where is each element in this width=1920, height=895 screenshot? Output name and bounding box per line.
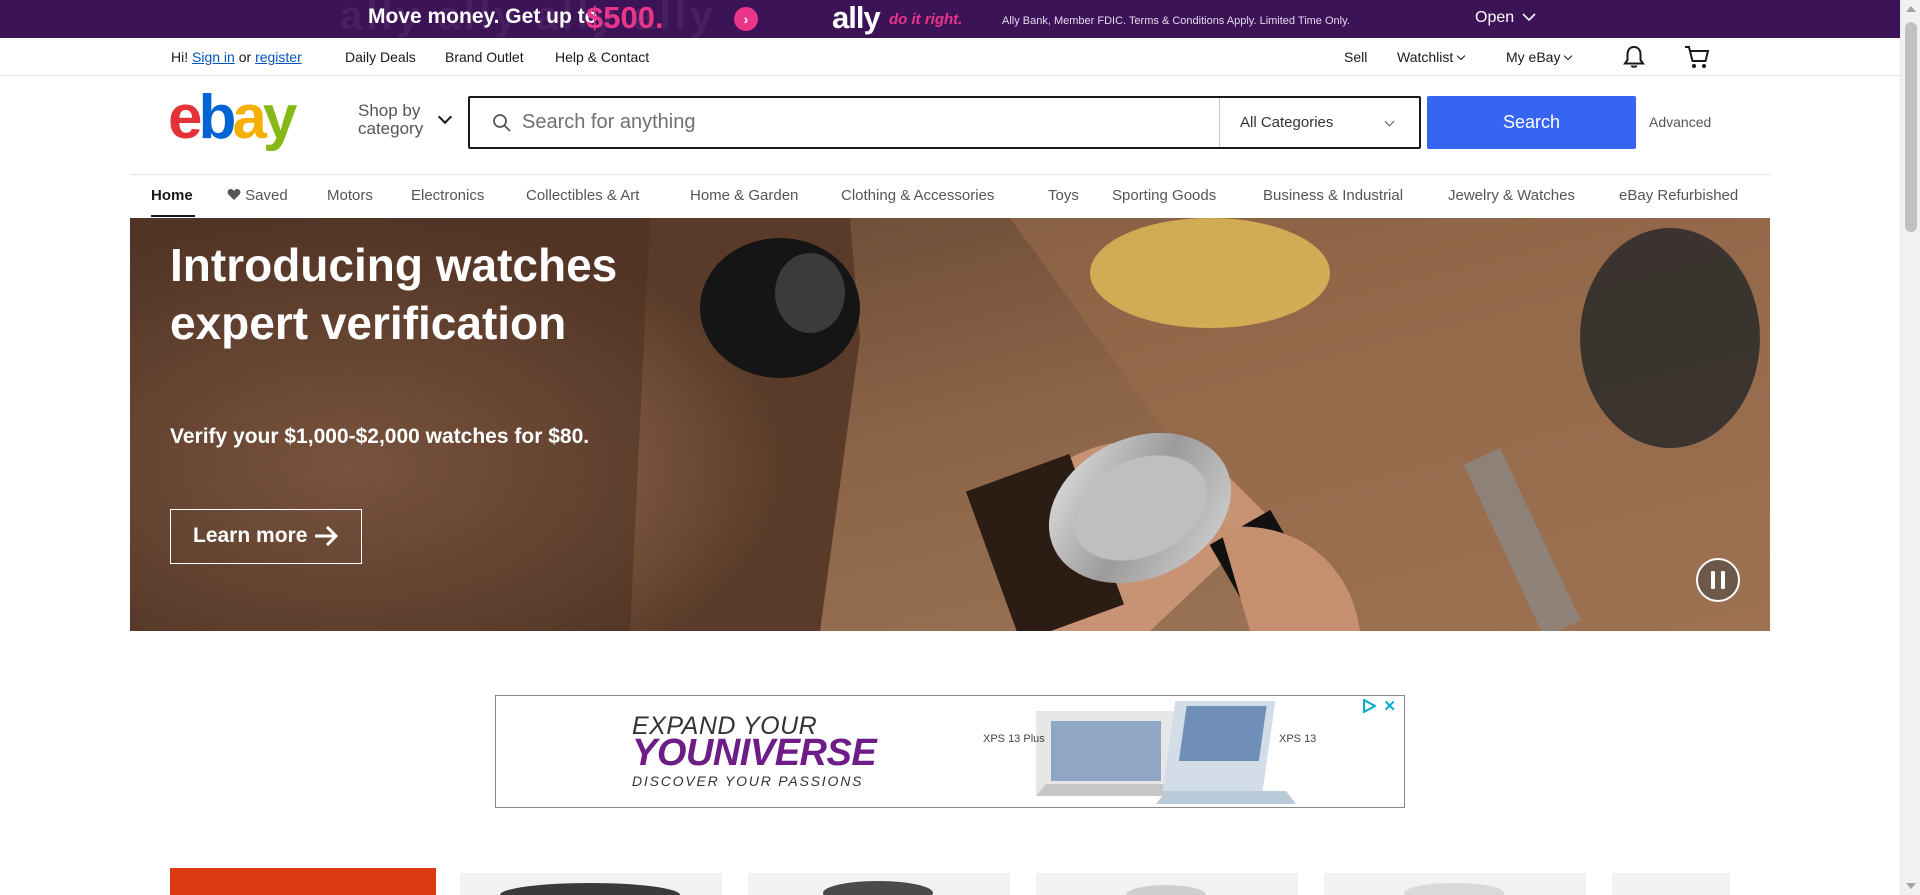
pause-button[interactable] — [1696, 558, 1740, 602]
scroll-down-icon[interactable] — [1906, 883, 1916, 889]
search-box: All Categories — [468, 96, 1421, 149]
shop-by-line1: Shop by — [358, 101, 421, 120]
ad-line-3: DISCOVER YOUR PASSIONS — [632, 773, 864, 789]
active-tab-underline — [151, 215, 195, 217]
chevron-down-icon — [1522, 13, 1536, 22]
watchlist-label: Watchlist — [1397, 49, 1454, 65]
chevron-down-icon — [1457, 51, 1466, 61]
nav-item-electronics[interactable]: Electronics — [411, 187, 484, 204]
ally-amount: $500. — [586, 0, 664, 35]
shop-by-category-button[interactable]: Shop by category — [358, 101, 453, 138]
nav-item-jewelry-watches[interactable]: Jewelry & Watches — [1448, 187, 1575, 204]
hero-title: Introducing watches expert verification — [170, 239, 618, 349]
header: ebay Shop by category All Categories Sea… — [0, 77, 1900, 174]
ally-chevron-right-icon[interactable]: › — [734, 7, 758, 31]
ad-product-right: XPS 13 — [1279, 733, 1317, 745]
hero-banner[interactable]: Introducing watches expert verification … — [130, 218, 1770, 631]
product-tile[interactable] — [460, 873, 722, 895]
category-nav: Home Saved Motors Electronics Collectibl… — [130, 174, 1770, 218]
category-select[interactable]: All Categories — [1219, 98, 1419, 147]
utility-nav: Hi! Sign in or register Daily Deals Bran… — [0, 38, 1900, 76]
learn-more-button[interactable]: Learn more — [170, 509, 362, 564]
product-image — [823, 881, 933, 895]
nav-item-saved-label: Saved — [245, 187, 288, 204]
watchlist-menu[interactable]: Watchlist — [1397, 49, 1466, 65]
product-tile[interactable] — [1612, 873, 1730, 895]
ad-line-2: YOUNIVERSE — [632, 732, 877, 774]
cart-icon[interactable] — [1683, 44, 1711, 70]
product-tile[interactable] — [1324, 873, 1586, 895]
logo-letter-b: b — [198, 83, 236, 152]
arrow-right-icon — [315, 525, 339, 547]
greeting-text: Hi! — [171, 49, 189, 65]
product-image — [500, 883, 680, 895]
bell-icon[interactable] — [1621, 44, 1647, 70]
search-icon — [493, 114, 511, 132]
logo-letter-e: e — [168, 83, 203, 152]
my-ebay-menu[interactable]: My eBay — [1506, 49, 1573, 65]
sign-in-link[interactable]: Sign in — [192, 49, 235, 65]
product-tile[interactable] — [748, 873, 1010, 895]
nav-item-saved[interactable]: Saved — [227, 187, 288, 204]
chevron-down-icon — [437, 109, 453, 125]
ally-open-label: Open — [1475, 9, 1515, 26]
hero-subtitle: Verify your $1,000-$2,000 watches for $8… — [170, 425, 590, 448]
ally-headline: Move money. Get up to — [368, 5, 598, 28]
chevron-down-icon — [1384, 116, 1395, 127]
scroll-up-icon[interactable] — [1906, 6, 1916, 12]
shop-by-line2: category — [358, 119, 424, 138]
nav-item-motors[interactable]: Motors — [327, 187, 373, 204]
nav-item-clothing[interactable]: Clothing & Accessories — [841, 187, 994, 204]
or-text: or — [238, 49, 252, 65]
ally-ad-banner[interactable]: ally ally ally ally Move money. Get up t… — [0, 0, 1900, 38]
scrollbar-thumb[interactable] — [1905, 22, 1917, 232]
close-icon[interactable]: ✕ — [1383, 697, 1396, 715]
pause-icon-bar — [1721, 571, 1725, 589]
page: ally ally ally ally Move money. Get up t… — [0, 0, 1900, 895]
register-link[interactable]: register — [255, 49, 302, 65]
nav-item-home-garden[interactable]: Home & Garden — [690, 187, 798, 204]
product-image — [1126, 885, 1206, 895]
promo-tile[interactable] — [170, 868, 436, 895]
chevron-down-icon — [1564, 51, 1573, 61]
nav-item-toys[interactable]: Toys — [1048, 187, 1079, 204]
search-input[interactable] — [522, 98, 1172, 147]
page-scrollbar[interactable] — [1900, 0, 1920, 895]
brand-outlet-link[interactable]: Brand Outlet — [445, 49, 524, 65]
ally-tagline: do it right. — [889, 11, 963, 28]
adchoices-icon[interactable] — [1362, 699, 1376, 713]
nav-item-business-industrial[interactable]: Business & Industrial — [1263, 187, 1403, 204]
advanced-search-link[interactable]: Advanced — [1649, 114, 1711, 130]
search-button[interactable]: Search — [1427, 96, 1636, 149]
ally-legal-text: Ally Bank, Member FDIC. Terms & Conditio… — [1002, 15, 1350, 27]
product-image — [1404, 883, 1504, 895]
sell-link[interactable]: Sell — [1344, 49, 1367, 65]
nav-item-ebay-refurbished[interactable]: eBay Refurbished — [1619, 187, 1738, 204]
greeting: Hi! Sign in or register — [171, 49, 302, 65]
nav-item-home[interactable]: Home — [151, 187, 193, 204]
ally-open-button[interactable]: Open — [1475, 9, 1536, 27]
ebay-logo[interactable]: ebay — [168, 87, 297, 149]
my-ebay-label: My eBay — [1506, 49, 1561, 65]
nav-item-sporting-goods[interactable]: Sporting Goods — [1112, 187, 1216, 204]
pause-icon — [1711, 571, 1715, 589]
ad-product-left: XPS 13 Plus — [983, 733, 1045, 745]
daily-deals-link[interactable]: Daily Deals — [345, 49, 416, 65]
learn-more-label: Learn more — [193, 524, 308, 547]
nav-item-collectibles[interactable]: Collectibles & Art — [526, 187, 639, 204]
ally-logo: ally — [832, 0, 881, 35]
heart-icon — [227, 189, 241, 200]
logo-letter-y: y — [262, 83, 298, 152]
help-contact-link[interactable]: Help & Contact — [555, 49, 649, 65]
product-tile[interactable] — [1036, 873, 1298, 895]
sponsored-ad[interactable]: EXPAND YOUR YOUNIVERSE DISCOVER YOUR PAS… — [495, 695, 1405, 808]
logo-letter-a: a — [232, 83, 267, 152]
category-select-value: All Categories — [1240, 114, 1334, 131]
